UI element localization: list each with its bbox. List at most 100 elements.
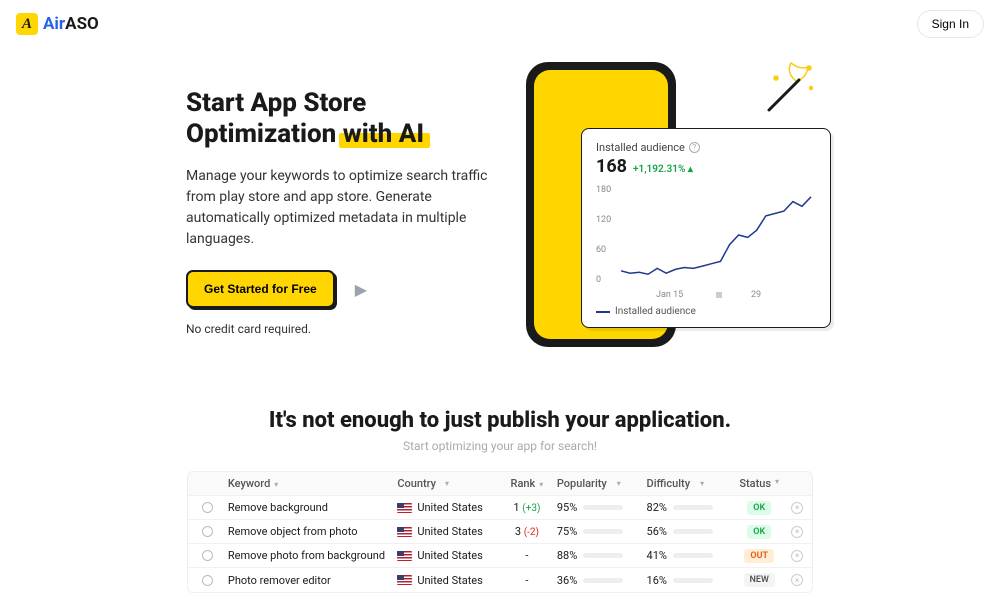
flag-us-icon <box>397 527 412 537</box>
cta-row: Get Started for Free ▶ <box>186 270 496 308</box>
chart-area: 180 120 60 0 Jan 15 29 <box>596 185 816 300</box>
pin-icon <box>202 550 213 561</box>
pin-cell[interactable] <box>188 575 228 586</box>
hero-title-line2a: Optimization <box>186 119 343 149</box>
delete-cell[interactable]: × <box>782 550 812 562</box>
table-header-row: Keyword▾ Country▾ Rank▾ Popularity▾ Diff… <box>188 472 812 496</box>
status-badge: OUT <box>744 549 774 563</box>
wand-icon <box>761 58 821 118</box>
hero-right: Installed audience ? 168 +1,192.31% ▴ 18… <box>526 88 836 348</box>
rank-cell: - <box>497 574 557 587</box>
x-tick-marker <box>716 292 722 298</box>
hero: Start App Store Optimization with AI Man… <box>0 48 1000 368</box>
table-row: Remove backgroundUnited States1 (+3)95%8… <box>188 496 812 520</box>
pin-icon <box>202 502 213 513</box>
popularity-cell: 95% <box>557 501 647 514</box>
country-cell: United States <box>397 549 497 562</box>
col-difficulty-header[interactable]: Difficulty▾ <box>647 477 737 490</box>
status-badge: NEW <box>744 573 775 587</box>
chevron-down-icon: ▾ <box>274 480 278 489</box>
country-cell: United States <box>397 501 497 514</box>
keyword-table: Keyword▾ Country▾ Rank▾ Popularity▾ Diff… <box>187 471 813 593</box>
hero-left: Start App Store Optimization with AI Man… <box>186 88 496 348</box>
rank-cell: - <box>497 549 557 562</box>
col-keyword-header[interactable]: Keyword▾ <box>228 477 397 490</box>
hero-subtitle: Manage your keywords to optimize search … <box>186 166 496 250</box>
chevron-down-icon: ▾ <box>617 479 621 488</box>
header: A AirASO Sign In <box>0 0 1000 48</box>
status-badge: OK <box>747 501 771 515</box>
difficulty-cell: 41% <box>647 549 737 562</box>
x-tick-29: 29 <box>751 290 761 300</box>
flag-us-icon <box>397 575 412 585</box>
chart-svg <box>596 185 816 285</box>
country-cell: United States <box>397 525 497 538</box>
section2-title: It's not enough to just publish your app… <box>0 408 1000 433</box>
close-icon: × <box>791 502 803 514</box>
col-country-header[interactable]: Country▾ <box>397 477 497 490</box>
chart-legend: Installed audience <box>596 306 816 317</box>
popularity-cell: 36% <box>557 574 647 587</box>
play-icon: ▶ <box>355 280 367 299</box>
close-icon: × <box>791 526 803 538</box>
get-started-button[interactable]: Get Started for Free <box>186 270 335 308</box>
chart-value-row: 168 +1,192.31% ▴ <box>596 156 816 177</box>
hero-title: Start App Store Optimization with AI <box>186 88 496 150</box>
table-row: Photo remover editorUnited States- 36%16… <box>188 568 812 592</box>
table-row: Remove object from photoUnited States3 (… <box>188 520 812 544</box>
logo-icon: A <box>16 13 38 35</box>
section2: It's not enough to just publish your app… <box>0 408 1000 593</box>
pin-cell[interactable] <box>188 550 228 561</box>
status-cell: OUT <box>736 549 782 563</box>
legend-line-icon <box>596 311 610 313</box>
delete-cell[interactable]: × <box>782 502 812 514</box>
keyword-cell: Remove background <box>228 501 397 514</box>
chevron-down-icon: ▾ <box>700 479 704 488</box>
delete-cell[interactable]: × <box>782 526 812 538</box>
chevron-down-icon: ▾ <box>445 479 449 488</box>
no-card-text: No credit card required. <box>186 322 496 336</box>
pin-cell[interactable] <box>188 526 228 537</box>
keyword-cell: Photo remover editor <box>228 574 397 587</box>
close-icon: × <box>791 550 803 562</box>
brand-air: Air <box>43 14 65 34</box>
status-cell: OK <box>736 501 782 515</box>
col-status-header[interactable]: Status▾ <box>736 477 782 490</box>
chart-value: 168 <box>596 156 627 177</box>
country-cell: United States <box>397 574 497 587</box>
flag-us-icon <box>397 503 412 513</box>
difficulty-cell: 82% <box>647 501 737 514</box>
status-cell: NEW <box>736 573 782 587</box>
chevron-down-icon: ▾ <box>539 480 543 489</box>
hero-title-highlight: with AI <box>343 119 424 150</box>
keyword-cell: Remove object from photo <box>228 525 397 538</box>
pin-cell[interactable] <box>188 502 228 513</box>
difficulty-cell: 56% <box>647 525 737 538</box>
chart-delta: +1,192.31% ▴ <box>633 164 693 175</box>
section2-subtitle: Start optimizing your app for search! <box>0 439 1000 453</box>
help-icon[interactable]: ? <box>689 142 700 153</box>
store-icons: ▶ <box>349 280 367 299</box>
popularity-cell: 75% <box>557 525 647 538</box>
delete-cell[interactable]: × <box>782 574 812 586</box>
col-rank-header[interactable]: Rank▾ <box>497 477 557 490</box>
status-badge: OK <box>747 525 771 539</box>
col-popularity-header[interactable]: Popularity▾ <box>557 477 647 490</box>
x-tick-jan15: Jan 15 <box>656 290 683 300</box>
difficulty-cell: 16% <box>647 574 737 587</box>
pin-icon <box>202 526 213 537</box>
pin-icon <box>202 575 213 586</box>
table-row: Remove photo from backgroundUnited State… <box>188 544 812 568</box>
chart-card: Installed audience ? 168 +1,192.31% ▴ 18… <box>581 128 831 328</box>
logo[interactable]: A AirASO <box>16 13 99 35</box>
chart-title-row: Installed audience ? <box>596 141 816 154</box>
close-icon: × <box>791 574 803 586</box>
legend-label: Installed audience <box>615 306 696 317</box>
rank-cell: 3 (-2) <box>497 525 557 538</box>
chevron-down-icon: ▾ <box>775 477 779 490</box>
chart-title: Installed audience <box>596 141 685 154</box>
brand-aso: ASO <box>65 14 99 34</box>
signin-button[interactable]: Sign In <box>917 10 984 38</box>
popularity-cell: 88% <box>557 549 647 562</box>
keyword-cell: Remove photo from background <box>228 549 397 562</box>
